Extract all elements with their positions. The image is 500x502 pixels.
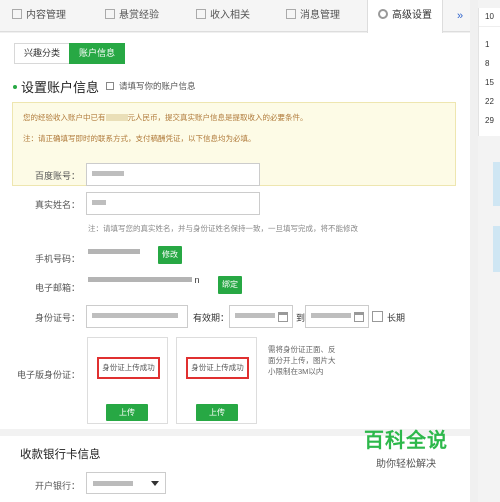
- redacted-value: [88, 249, 140, 254]
- edit-icon: [106, 82, 114, 90]
- gear-icon: [378, 9, 388, 19]
- upload-front-button[interactable]: 上传: [106, 404, 148, 421]
- mini-calendar: 10 1 8 15 22 29: [478, 8, 500, 136]
- notice-line-1: 您的经验收入账户中已有 元人民币，提交真实账户信息是提取收入的必要条件。: [23, 112, 445, 124]
- notice-line-2: 注：请正确填写即时的联系方式，支付稿酬凭证，以下信息均为必填。: [23, 134, 256, 143]
- section-hint: 请填写你的账户信息: [106, 80, 196, 92]
- redacted-value: [92, 313, 178, 318]
- subtab-interest-category[interactable]: 兴趣分类: [14, 43, 71, 64]
- phone-modify-button[interactable]: 修改: [158, 246, 182, 264]
- top-tab-bar: 内容管理 悬赏经验 收入相关 消息管理 高级设置 »: [0, 0, 470, 33]
- validity-start-input[interactable]: [229, 305, 293, 328]
- tab-label: 悬赏经验: [119, 10, 159, 21]
- id-number-input[interactable]: [86, 305, 188, 328]
- id-number-label: 身份证号：: [34, 313, 80, 323]
- email-bind-button[interactable]: 绑定: [218, 276, 242, 294]
- email-value: n: [88, 275, 212, 285]
- id-card-label: 电子版身份证：: [16, 370, 80, 380]
- tab-label: 高级设置: [392, 10, 432, 21]
- side-card: [493, 226, 500, 272]
- real-name-help: 注：请填写您的真实姓名，并与身份证姓名保持一致，一旦填写完成，将不能修改: [88, 224, 358, 233]
- tab-income[interactable]: 收入相关: [196, 0, 250, 32]
- notice-text: 您的经验收入账户中已有: [23, 113, 106, 122]
- bank-label: 开户银行：: [34, 481, 80, 491]
- section-title: 设置账户信息: [13, 77, 99, 96]
- section-title-text: 设置账户信息: [21, 80, 100, 95]
- watermark: 百科全说 助你轻松解决: [350, 424, 462, 470]
- watermark-subtitle: 助你轻松解决: [376, 459, 436, 470]
- email-label: 电子邮箱：: [34, 283, 80, 293]
- tab-advanced-settings[interactable]: 高级设置: [367, 0, 443, 33]
- sub-tabs: 兴趣分类 账户信息: [14, 43, 126, 64]
- calendar-icon[interactable]: [278, 312, 288, 322]
- upload-back-button[interactable]: 上传: [196, 404, 238, 421]
- list-icon: [12, 9, 22, 19]
- more-tabs-button[interactable]: »: [451, 0, 469, 32]
- baidu-account-input[interactable]: [86, 163, 260, 186]
- calendar-header: 10: [485, 12, 494, 21]
- bank-select[interactable]: [86, 472, 166, 494]
- bank-section-title: 收款银行卡信息: [20, 449, 101, 461]
- redacted-value: [311, 313, 351, 318]
- redacted-value: [93, 481, 133, 486]
- upload-success-front: 身份证上传成功: [97, 357, 160, 379]
- real-name-label: 真实姓名：: [34, 200, 80, 210]
- redacted-value: [92, 171, 124, 176]
- real-name-input[interactable]: [86, 192, 260, 215]
- upload-success-back: 身份证上传成功: [186, 357, 249, 379]
- calendar-icon[interactable]: [354, 312, 364, 322]
- calendar-day[interactable]: 29: [485, 116, 494, 125]
- date-separator: 到: [296, 313, 306, 323]
- long-term-label: 长期: [387, 313, 406, 323]
- tab-label: 消息管理: [300, 10, 340, 21]
- baidu-account-label: 百度账号：: [34, 171, 80, 181]
- redacted-value: [235, 313, 275, 318]
- side-card: [493, 162, 500, 206]
- phone-label: 手机号码：: [34, 254, 80, 264]
- redacted-value: [88, 277, 192, 282]
- long-term-checkbox[interactable]: [372, 311, 383, 322]
- phone-value: [88, 246, 150, 260]
- redacted-value: [92, 200, 106, 205]
- subtab-account-info[interactable]: 账户信息: [69, 43, 126, 64]
- calendar-day[interactable]: 22: [485, 97, 494, 106]
- upload-note: 需将身份证正面、反面分开上传，图片大小限制在3M以内: [268, 345, 336, 376]
- tab-label: 收入相关: [210, 10, 250, 21]
- section-hint-text: 请填写你的账户信息: [119, 81, 196, 91]
- tab-messages[interactable]: 消息管理: [286, 0, 340, 32]
- clipboard-icon: [105, 9, 115, 19]
- wallet-icon: [196, 9, 206, 19]
- mail-icon: [286, 9, 296, 19]
- email-suffix-text: n: [194, 275, 200, 285]
- bullet-dot-icon: [13, 85, 17, 89]
- notice-text: 元人民币，提交真实账户信息是提取收入的必要条件。: [127, 113, 308, 122]
- calendar-divider: [479, 26, 500, 27]
- redacted-amount: [105, 114, 128, 121]
- calendar-day[interactable]: 1: [485, 40, 489, 49]
- tab-content-manage[interactable]: 内容管理: [12, 0, 66, 32]
- calendar-day[interactable]: 15: [485, 78, 494, 87]
- watermark-title: 百科全说: [364, 430, 448, 452]
- calendar-day[interactable]: 8: [485, 59, 489, 68]
- chevron-down-icon: [151, 481, 159, 486]
- validity-label: 有效期：: [193, 313, 230, 323]
- tab-reward-experience[interactable]: 悬赏经验: [105, 0, 159, 32]
- validity-end-input[interactable]: [305, 305, 369, 328]
- tab-label: 内容管理: [26, 10, 66, 21]
